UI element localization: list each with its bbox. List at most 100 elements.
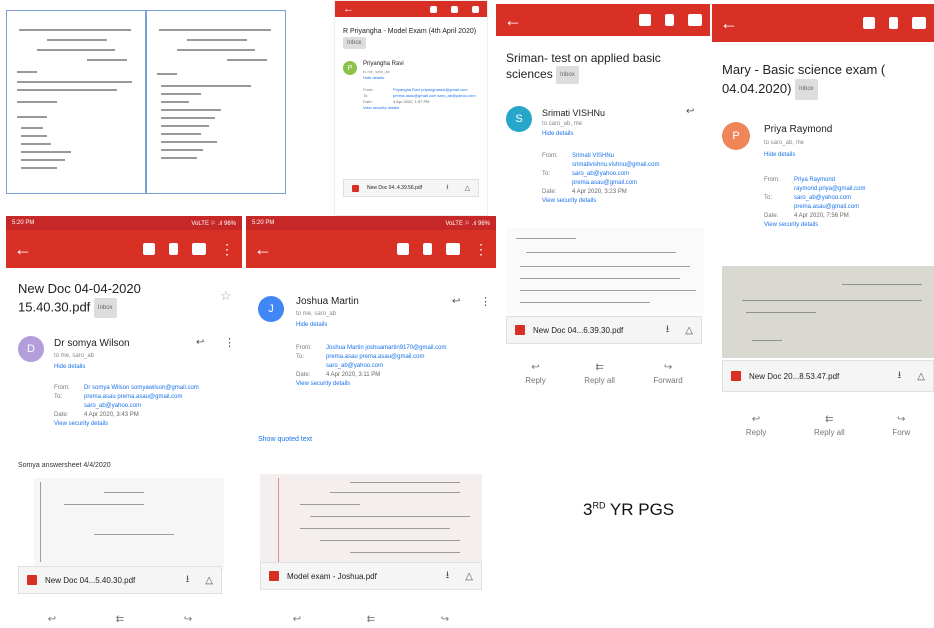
email-panel-joshua: 5:20 PM VoLTE ⚐ .ıl 96% ← ⋮ J Joshua Mart… xyxy=(246,216,496,628)
reply-all-icon: ⇇ xyxy=(595,362,604,373)
avatar: J xyxy=(258,296,284,322)
reply-icon[interactable]: ↩ xyxy=(452,296,460,307)
attachment-name: New Doc 04...5.40.30.pdf xyxy=(45,575,136,585)
email-actions: ↩ ⇇ ↪ xyxy=(18,614,222,625)
back-arrow-icon[interactable]: ← xyxy=(254,240,272,258)
hide-details-link[interactable]: Hide details xyxy=(54,364,85,370)
drive-icon[interactable]: △ xyxy=(465,184,470,192)
inbox-label: Inbox xyxy=(93,298,117,318)
security-link[interactable]: View security details xyxy=(54,420,108,429)
handwritten-preview xyxy=(722,266,934,358)
attachment-chip[interactable]: New Doc 20...8.53.47.pdf ⭳ △ xyxy=(722,360,934,392)
archive-icon[interactable] xyxy=(397,243,409,255)
app-bar: ← xyxy=(335,1,487,17)
sender-name: Srimati VISHNu xyxy=(542,108,606,118)
delete-icon[interactable] xyxy=(423,243,432,255)
reply-all-button[interactable]: ⇇ Reply all xyxy=(814,414,845,437)
forward-button[interactable]: ↪ Forw xyxy=(892,414,910,437)
download-icon[interactable]: ⭳ xyxy=(446,183,448,194)
hide-details-link[interactable]: Hide details xyxy=(542,131,573,137)
download-icon[interactable]: ⭳ xyxy=(446,568,450,585)
forward-icon[interactable]: ↪ xyxy=(441,614,449,625)
status-bar: 5:20 PM VoLTE ⚐ .ıl 96% xyxy=(246,216,496,230)
mail-icon[interactable] xyxy=(472,5,479,13)
avatar: P xyxy=(343,61,357,75)
drive-icon[interactable]: △ xyxy=(917,371,925,382)
forward-icon: ↪ xyxy=(663,362,673,373)
pdf-icon xyxy=(27,575,37,585)
more-options-icon[interactable]: ⋮ xyxy=(474,242,488,256)
reply-icon: ↩ xyxy=(531,362,540,373)
reply-all-icon[interactable]: ⇇ xyxy=(116,614,124,625)
reply-all-icon[interactable]: ⇇ xyxy=(367,614,375,625)
email-panel-sriman: ← Sriman- test on applied basic sciences… xyxy=(496,0,710,398)
mail-icon[interactable] xyxy=(192,243,206,255)
attachment-name: New Doc 04...6.39.30.pdf xyxy=(533,325,624,335)
forward-button[interactable]: ↪ Forward xyxy=(653,362,682,385)
email-metadata: From: Priyangha Ravi priyangharavi@gmail.… xyxy=(363,87,476,111)
reply-icon[interactable]: ↩ xyxy=(196,337,204,348)
archive-icon[interactable] xyxy=(430,5,437,13)
back-arrow-icon[interactable]: ← xyxy=(720,14,738,32)
download-icon[interactable]: ⭳ xyxy=(186,572,190,589)
caption: 3RD YR PGS xyxy=(583,500,675,519)
back-arrow-icon[interactable]: ← xyxy=(343,3,354,15)
pdf-icon xyxy=(269,571,279,581)
app-bar: ← ⋮ xyxy=(6,230,242,268)
email-metadata: From: Srimati VISHNu srimativishnu.vishnu… xyxy=(542,153,660,206)
more-options-icon[interactable]: ⋮ xyxy=(480,295,491,308)
reply-icon[interactable]: ↩ xyxy=(48,614,56,625)
archive-icon[interactable] xyxy=(143,243,155,255)
drive-icon[interactable]: △ xyxy=(465,571,473,582)
mail-icon[interactable] xyxy=(912,17,926,29)
reply-icon[interactable]: ↩ xyxy=(686,106,694,117)
mail-icon[interactable] xyxy=(688,14,702,26)
more-options-icon[interactable]: ⋮ xyxy=(220,242,234,256)
attachment-name: Model exam - Joshua.pdf xyxy=(287,571,377,581)
app-bar: ← ⋮ xyxy=(246,230,496,268)
show-quoted-text-link[interactable]: Show quoted text xyxy=(258,436,312,443)
email-subject: Mary - Basic science exam ( 04.04.2020) … xyxy=(722,60,928,101)
document-page-right xyxy=(146,10,286,194)
pdf-icon xyxy=(515,325,525,335)
attachment-chip[interactable]: New Doc 04..4.39.56.pdf ⭳ △ xyxy=(343,179,479,197)
handwritten-preview xyxy=(260,474,482,566)
email-panel-somya: 5:20 PM VoLTE ⚐ .ıl 96% ← ⋮ New Doc 04-04… xyxy=(6,216,242,628)
attachment-chip[interactable]: New Doc 04...6.39.30.pdf ⭳ △ xyxy=(506,316,702,344)
reply-button[interactable]: ↩ Reply xyxy=(525,362,545,385)
download-icon[interactable]: ⭳ xyxy=(666,322,670,339)
more-options-icon[interactable]: ⋮ xyxy=(224,336,235,349)
download-icon[interactable]: ⭳ xyxy=(898,368,902,385)
security-link[interactable]: View security details xyxy=(542,197,596,206)
hide-details-link[interactable]: Hide details xyxy=(764,152,795,158)
back-arrow-icon[interactable]: ← xyxy=(14,240,32,258)
attachment-name: New Doc 04..4.39.56.pdf xyxy=(367,185,423,191)
email-subject: R Priyangha - Model Exam (4th April 2020… xyxy=(343,27,481,49)
delete-icon[interactable] xyxy=(169,243,178,255)
hide-details-link[interactable]: Hide details xyxy=(296,322,327,328)
reply-all-button[interactable]: ⇇ Reply all xyxy=(584,362,615,385)
attachment-name: New Doc 20...8.53.47.pdf xyxy=(749,371,840,381)
reply-all-icon: ⇇ xyxy=(825,414,834,425)
reply-icon[interactable]: ↩ xyxy=(293,614,301,625)
delete-icon[interactable] xyxy=(889,17,898,29)
reply-button[interactable]: ↩ Reply xyxy=(746,414,766,437)
delete-icon[interactable] xyxy=(665,14,674,26)
drive-icon[interactable]: △ xyxy=(205,575,213,586)
hide-details-link[interactable]: Hide details xyxy=(363,75,384,80)
document-scan-panel xyxy=(6,10,286,194)
drive-icon[interactable]: △ xyxy=(685,325,693,336)
security-link[interactable]: View security details xyxy=(363,105,399,111)
archive-icon[interactable] xyxy=(639,14,651,26)
app-bar: ← xyxy=(496,4,710,36)
forward-icon[interactable]: ↪ xyxy=(184,614,192,625)
back-arrow-icon[interactable]: ← xyxy=(504,11,522,29)
security-link[interactable]: View security details xyxy=(764,221,818,230)
delete-icon[interactable] xyxy=(451,5,458,13)
archive-icon[interactable] xyxy=(863,17,875,29)
attachment-chip[interactable]: Model exam - Joshua.pdf ⭳ △ xyxy=(260,562,482,590)
star-icon[interactable]: ☆ xyxy=(220,288,232,304)
security-link[interactable]: View security details xyxy=(296,380,350,389)
mail-icon[interactable] xyxy=(446,243,460,255)
attachment-chip[interactable]: New Doc 04...5.40.30.pdf ⭳ △ xyxy=(18,566,222,594)
